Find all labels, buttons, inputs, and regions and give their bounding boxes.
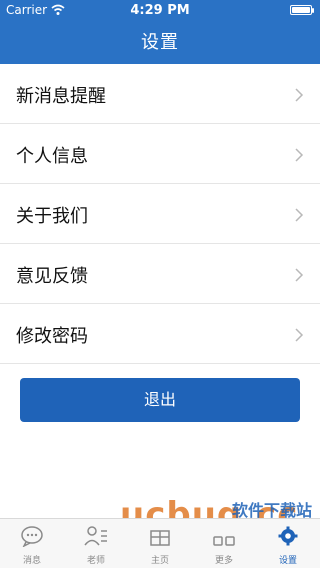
settings-item-change-password[interactable]: 修改密码: [0, 304, 320, 364]
tab-label: 更多: [214, 556, 233, 566]
teacher-icon: [84, 526, 107, 546]
tab-label: 设置: [278, 556, 297, 566]
tab-label: 主页: [150, 556, 169, 566]
page-title: 设置: [141, 32, 179, 53]
status-bar: Carrier 4:29 PM: [0, 0, 320, 20]
chat-icon: [21, 526, 43, 547]
tab-bar: 消息 老师 主页 更多 设置: [0, 518, 320, 568]
header-bar: Carrier 4:29 PM 设置: [0, 0, 320, 64]
tab-settings[interactable]: 设置: [256, 519, 320, 568]
battery-icon: [290, 5, 314, 15]
chevron-right-icon: [295, 148, 304, 162]
settings-item-notifications[interactable]: 新消息提醒: [0, 64, 320, 124]
tab-teachers[interactable]: 老师: [64, 519, 128, 568]
status-time: 4:29 PM: [130, 3, 190, 18]
more-icon: [213, 536, 235, 546]
chevron-right-icon: [295, 208, 304, 222]
settings-item-profile[interactable]: 个人信息: [0, 124, 320, 184]
chevron-right-icon: [295, 328, 304, 342]
logout-button[interactable]: 退出: [20, 378, 300, 422]
tab-label: 老师: [86, 556, 105, 566]
tab-home[interactable]: 主页: [128, 519, 192, 568]
settings-item-feedback[interactable]: 意见反馈: [0, 244, 320, 304]
settings-item-label: 个人信息: [16, 146, 88, 167]
settings-item-label: 意见反馈: [16, 266, 88, 287]
chevron-right-icon: [295, 88, 304, 102]
chevron-right-icon: [295, 268, 304, 282]
settings-item-label: 修改密码: [16, 326, 88, 347]
settings-list: 新消息提醒 个人信息 关于我们 意见反馈 修改密码: [0, 64, 320, 364]
settings-item-label: 新消息提醒: [16, 86, 106, 107]
tab-more[interactable]: 更多: [192, 519, 256, 568]
settings-item-about[interactable]: 关于我们: [0, 184, 320, 244]
settings-gear-icon: [278, 526, 298, 546]
settings-screen: Carrier 4:29 PM 设置 新消息提醒 个人信息 关于我们 意见反馈 …: [0, 0, 320, 568]
home-icon: [150, 530, 170, 546]
settings-item-label: 关于我们: [16, 206, 88, 227]
tab-label: 消息: [22, 556, 41, 566]
tab-messages[interactable]: 消息: [0, 519, 64, 568]
